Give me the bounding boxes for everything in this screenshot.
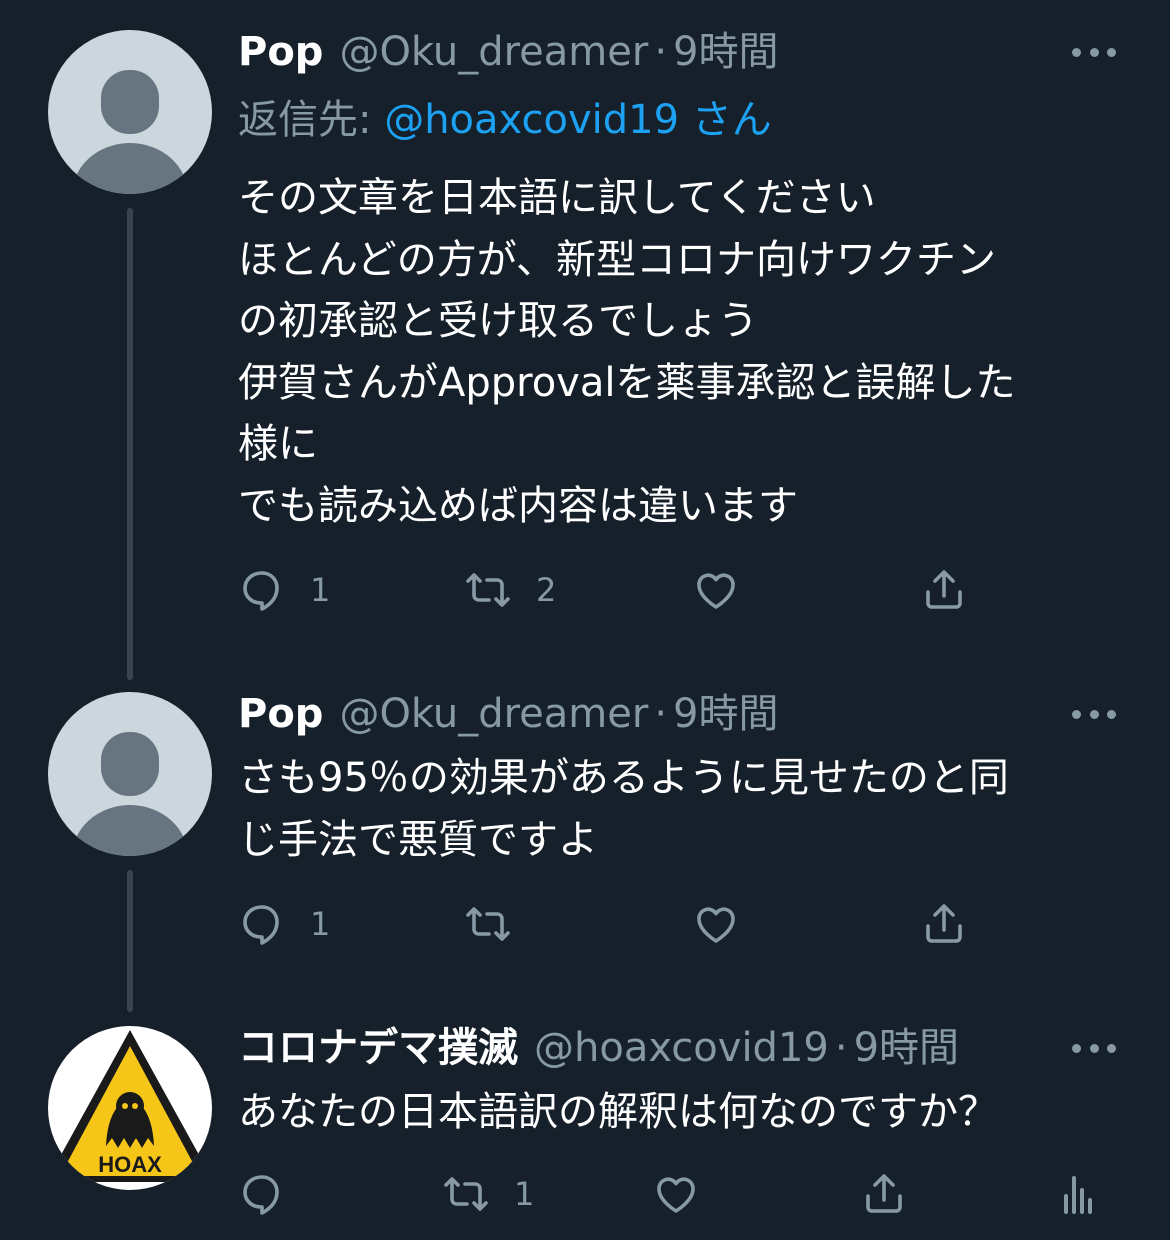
display-name[interactable]: Pop — [238, 24, 323, 80]
more-options-icon[interactable] — [1072, 1041, 1116, 1055]
default-profile-icon — [48, 692, 212, 856]
share-button[interactable] — [920, 896, 968, 952]
avatar[interactable] — [48, 692, 212, 856]
tweet-header: コロナデマ撲滅 @hoaxcovid19 · 9時間 — [238, 1020, 959, 1076]
tweet-1[interactable]: Pop @Oku_dreamer · 9時間 返信先: @hoaxcovid19… — [0, 0, 1170, 680]
share-icon — [926, 570, 962, 609]
avatar[interactable]: HOAX — [48, 1026, 212, 1190]
tweet-text: その文章を日本語に訳してください ほとんどの方が、新型コロナ向けワクチン の初承… — [238, 175, 1016, 529]
separator-dot: · — [834, 1025, 848, 1071]
share-button[interactable] — [860, 1166, 908, 1222]
heart-icon — [697, 573, 735, 609]
reply-icon — [243, 1175, 279, 1215]
thread-line — [127, 208, 133, 680]
share-icon — [926, 904, 962, 943]
thread-line — [127, 870, 133, 1012]
avatar[interactable] — [48, 30, 212, 194]
tweet-text: あなたの日本語訳の解釈は何なのですか？ — [238, 1089, 998, 1135]
user-handle[interactable]: @Oku_dreamer — [339, 686, 648, 742]
analytics-icon — [1064, 1176, 1092, 1214]
user-handle[interactable]: @Oku_dreamer — [339, 24, 648, 80]
reply-button[interactable]: 1 — [238, 896, 330, 952]
retweet-icon — [444, 1177, 488, 1211]
reply-icon — [243, 571, 279, 611]
retweet-count: 1 — [514, 1175, 535, 1213]
separator-dot: · — [654, 29, 668, 75]
reply-icon — [243, 905, 279, 945]
retweet-icon — [466, 573, 510, 607]
reply-count: 1 — [310, 905, 331, 943]
timestamp[interactable]: 9時間 — [673, 24, 778, 80]
heart-icon — [697, 907, 735, 943]
analytics-button[interactable] — [1054, 1166, 1102, 1222]
replying-to: 返信先: @hoaxcovid19 さん — [238, 92, 772, 148]
reply-button[interactable] — [238, 1166, 310, 1222]
hoax-warning-sign-icon: HOAX — [48, 1026, 212, 1190]
retweet-icon — [466, 907, 510, 941]
reply-button[interactable]: 1 — [238, 562, 330, 618]
hoax-logo-text: HOAX — [98, 1152, 162, 1177]
retweet-button[interactable]: 1 — [442, 1166, 534, 1222]
share-icon — [866, 1174, 902, 1213]
replying-to-handle[interactable]: @hoaxcovid19 さん — [384, 97, 772, 143]
heart-icon — [657, 1177, 695, 1213]
default-profile-icon — [48, 30, 212, 194]
display-name[interactable]: コロナデマ撲滅 — [238, 1020, 518, 1076]
share-button[interactable] — [920, 562, 968, 618]
timestamp[interactable]: 9時間 — [673, 686, 778, 742]
retweet-button[interactable]: 2 — [464, 562, 556, 618]
user-handle[interactable]: @hoaxcovid19 — [534, 1020, 829, 1076]
tweet-3[interactable]: HOAX コロナデマ撲滅 @hoaxcovid19 · 9時間 あなたの日本語訳… — [0, 1020, 1170, 1240]
separator-dot: · — [654, 691, 668, 737]
display-name[interactable]: Pop — [238, 686, 323, 742]
tweet-header: Pop @Oku_dreamer · 9時間 — [238, 686, 778, 742]
like-button[interactable] — [692, 896, 740, 952]
replying-to-label: 返信先: — [238, 97, 385, 143]
retweet-button[interactable] — [464, 896, 536, 952]
reply-count: 1 — [310, 571, 331, 609]
retweet-count: 2 — [536, 571, 557, 609]
tweet-text: さも95％の効果があるように見せたのと同 じ手法で悪質ですよ — [238, 755, 1009, 863]
more-options-icon[interactable] — [1072, 707, 1116, 721]
tweet-2[interactable]: Pop @Oku_dreamer · 9時間 さも95％の効果があるように見せた… — [0, 680, 1170, 1020]
like-button[interactable] — [652, 1166, 700, 1222]
like-button[interactable] — [692, 562, 740, 618]
timestamp[interactable]: 9時間 — [854, 1020, 959, 1076]
tweet-header: Pop @Oku_dreamer · 9時間 — [238, 24, 778, 80]
more-options-icon[interactable] — [1072, 45, 1116, 59]
